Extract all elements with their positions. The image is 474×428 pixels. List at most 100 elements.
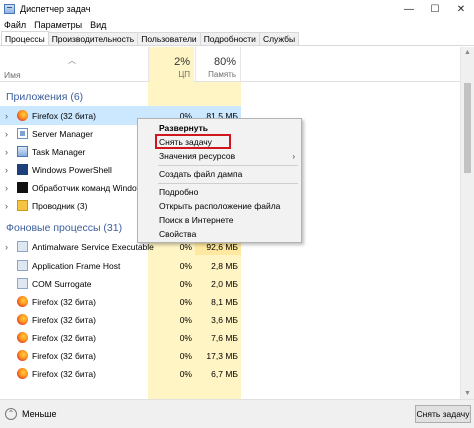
- process-cpu: 0%: [179, 314, 192, 325]
- menu-item-expand[interactable]: Развернуть: [138, 122, 301, 134]
- menu-options[interactable]: Параметры: [30, 20, 86, 30]
- expand-chevron-icon[interactable]: ›: [5, 147, 8, 157]
- tab-performance[interactable]: Производительность: [47, 32, 139, 45]
- menu-item-properties[interactable]: Свойства: [138, 228, 301, 240]
- process-memory: 92,6 МБ: [206, 241, 238, 252]
- process-name: Проводник (3): [32, 200, 88, 211]
- window-controls: — ☐ ✕: [396, 0, 474, 18]
- scroll-down-icon[interactable]: ▼: [464, 390, 471, 397]
- process-memory: 3,6 МБ: [211, 314, 238, 325]
- process-cpu: 0%: [179, 278, 192, 289]
- menu-item-open-location[interactable]: Открыть расположение файла: [138, 200, 301, 212]
- memory-total-percent: 80%: [213, 56, 236, 68]
- vertical-scrollbar[interactable]: ▲ ▼: [460, 47, 474, 399]
- expand-chevron-icon[interactable]: ›: [5, 201, 8, 211]
- maximize-button[interactable]: ☐: [422, 0, 448, 18]
- end-task-button[interactable]: Снять задачу: [415, 405, 471, 423]
- title-bar: Диспетчер задач — ☐ ✕: [0, 0, 474, 18]
- menu-item-resource-values[interactable]: Значения ресурсов ›: [138, 150, 301, 162]
- highlight-box: [155, 134, 231, 149]
- process-memory: 7,6 МБ: [211, 332, 238, 343]
- expand-chevron-icon[interactable]: ›: [5, 165, 8, 175]
- expand-chevron-icon[interactable]: ›: [5, 242, 8, 252]
- tab-details[interactable]: Подробности: [199, 32, 260, 45]
- process-name: COM Surrogate: [32, 278, 92, 289]
- footer-bar: ⌃ Меньше Снять задачу: [0, 399, 474, 428]
- tab-users[interactable]: Пользователи: [137, 32, 201, 45]
- firefox-icon: [17, 350, 28, 361]
- process-name: Windows PowerShell: [32, 164, 112, 175]
- process-name: Task Manager: [32, 146, 86, 157]
- group-apps: Приложения (6): [6, 91, 84, 103]
- process-name: Server Manager: [32, 128, 93, 139]
- process-cpu: 0%: [179, 368, 192, 379]
- process-memory: 17,3 МБ: [206, 350, 238, 361]
- process-row[interactable]: Firefox (32 бита) 0% 17,3 МБ: [0, 346, 460, 365]
- firefox-icon: [17, 368, 28, 379]
- frame-host-icon: [17, 260, 28, 271]
- scroll-thumb[interactable]: [464, 83, 471, 173]
- process-memory: 8,1 МБ: [211, 296, 238, 307]
- process-row[interactable]: COM Surrogate 0% 2,0 МБ: [0, 274, 460, 293]
- window-title: Диспетчер задач: [20, 4, 91, 14]
- column-cpu[interactable]: 2% ЦП: [148, 47, 194, 82]
- tab-bar: Процессы Производительность Пользователи…: [0, 31, 474, 46]
- memory-column-label: Память: [208, 70, 236, 79]
- process-name: Обработчик команд Windows: [32, 182, 148, 193]
- menu-item-create-dump[interactable]: Создать файл дампа: [138, 168, 301, 180]
- expand-chevron-icon[interactable]: ›: [5, 129, 8, 139]
- process-name: Firefox (32 бита): [32, 110, 96, 121]
- process-row[interactable]: Firefox (32 бита) 0% 6,7 МБ: [0, 364, 460, 383]
- column-name[interactable]: Имя: [4, 70, 21, 80]
- tab-processes[interactable]: Процессы: [1, 31, 49, 45]
- submenu-arrow-icon: ›: [292, 151, 295, 161]
- column-header: ︿ Имя 2% ЦП 80% Память: [0, 47, 460, 82]
- process-name: Firefox (32 бита): [32, 314, 96, 325]
- task-manager-icon: [17, 146, 28, 157]
- tab-services[interactable]: Службы: [258, 32, 300, 45]
- process-name: Application Frame Host: [32, 260, 121, 271]
- group-background: Фоновые процессы (31): [6, 222, 123, 234]
- process-memory: 2,8 МБ: [211, 260, 238, 271]
- process-row[interactable]: Application Frame Host 0% 2,8 МБ: [0, 256, 460, 275]
- context-menu: Развернуть Снять задачу Значения ресурсо…: [137, 118, 302, 243]
- menu-separator: [158, 183, 298, 184]
- process-cpu: 0%: [179, 241, 192, 252]
- powershell-icon: [17, 164, 28, 175]
- firefox-icon: [17, 332, 28, 343]
- process-cpu: 0%: [179, 332, 192, 343]
- process-memory: 6,7 МБ: [211, 368, 238, 379]
- minimize-button[interactable]: —: [396, 0, 422, 18]
- fewer-details-link[interactable]: Меньше: [22, 409, 57, 419]
- menu-item-label: Значения ресурсов: [159, 151, 236, 161]
- menu-bar: Файл Параметры Вид: [0, 18, 474, 32]
- process-memory: 2,0 МБ: [211, 278, 238, 289]
- task-manager-app-icon: [4, 4, 15, 14]
- process-row[interactable]: Firefox (32 бита) 0% 3,6 МБ: [0, 310, 460, 329]
- firefox-icon: [17, 314, 28, 325]
- collapse-arrow-icon[interactable]: ⌃: [5, 408, 17, 420]
- process-name: Firefox (32 бита): [32, 350, 96, 361]
- frame-host-icon: [17, 278, 28, 289]
- process-name: Firefox (32 бита): [32, 296, 96, 307]
- menu-view[interactable]: Вид: [86, 20, 110, 30]
- close-button[interactable]: ✕: [448, 0, 474, 18]
- firefox-icon: [17, 110, 28, 121]
- menu-separator: [158, 165, 298, 166]
- process-cpu: 0%: [179, 296, 192, 307]
- explorer-icon: [17, 200, 28, 211]
- process-row[interactable]: Firefox (32 бита) 0% 7,6 МБ: [0, 328, 460, 347]
- expand-chevron-icon[interactable]: ›: [5, 183, 8, 193]
- process-name: Firefox (32 бита): [32, 332, 96, 343]
- cpu-column-label: ЦП: [178, 70, 190, 79]
- cmd-icon: [17, 182, 28, 193]
- menu-item-search-online[interactable]: Поиск в Интернете: [138, 214, 301, 226]
- scroll-up-icon[interactable]: ▲: [464, 49, 471, 56]
- menu-item-details[interactable]: Подробно: [138, 186, 301, 198]
- process-cpu: 0%: [179, 350, 192, 361]
- server-manager-icon: [17, 128, 28, 139]
- expand-chevron-icon[interactable]: ›: [5, 111, 8, 121]
- process-row[interactable]: Firefox (32 бита) 0% 8,1 МБ: [0, 292, 460, 311]
- column-memory[interactable]: 80% Память: [195, 47, 241, 82]
- menu-file[interactable]: Файл: [0, 20, 30, 30]
